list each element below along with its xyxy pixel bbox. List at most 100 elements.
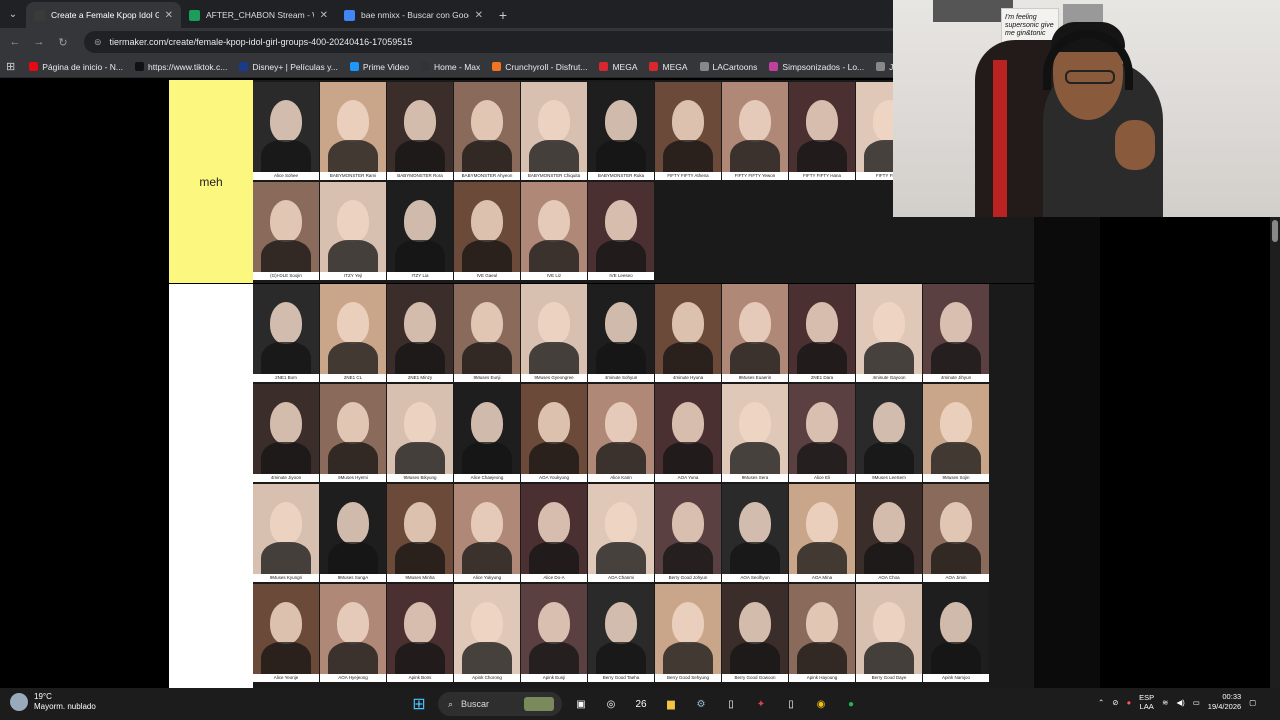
- tier-item-card[interactable]: Apink Namjoo: [923, 584, 989, 682]
- tier-item-card[interactable]: (G)I-DLE Soojin: [253, 182, 319, 280]
- new-tab-button[interactable]: +: [491, 2, 515, 28]
- bookmark-item[interactable]: Disney+ | Películas y...: [239, 62, 338, 72]
- apps-icon[interactable]: ⊞: [6, 60, 15, 73]
- weather-widget[interactable]: 19°C Mayorm. nublado: [10, 692, 96, 712]
- tray-chevron-icon[interactable]: ⌃: [1098, 698, 1104, 707]
- tier-item-card[interactable]: 9Muses Euaerin: [722, 284, 788, 382]
- tier-item-card[interactable]: 9Muses Gyeongree: [521, 284, 587, 382]
- tier-item-card[interactable]: AOA Youkyung: [521, 384, 587, 482]
- copilot-icon[interactable]: ◎: [600, 693, 622, 715]
- tier-item-card[interactable]: Alice Karin: [588, 384, 654, 482]
- tier-item-card[interactable]: IVE Gaeul: [454, 182, 520, 280]
- tier-item-card[interactable]: Berry Good Johyun: [655, 484, 721, 582]
- back-icon[interactable]: ←: [6, 36, 24, 48]
- tier-item-card[interactable]: 4minute Gayoon: [856, 284, 922, 382]
- battery-icon[interactable]: ▭: [1193, 698, 1200, 707]
- tier-item-card[interactable]: 2NE1 Dara: [789, 284, 855, 382]
- address-bar[interactable]: ⊜ tiermaker.com/create/female-kpop-idol-…: [84, 31, 954, 53]
- file-icon[interactable]: ▯: [780, 693, 802, 715]
- forward-icon[interactable]: →: [30, 36, 48, 48]
- tier-item-card[interactable]: FIFTY FIFTY Athena: [655, 82, 721, 180]
- reload-icon[interactable]: ↻: [54, 36, 72, 49]
- bookmark-item[interactable]: LACartoons: [699, 62, 757, 72]
- chrome-icon[interactable]: ◉: [810, 693, 832, 715]
- tier-item-card[interactable]: IVE Leeseo: [588, 182, 654, 280]
- site-info-icon[interactable]: ⊜: [94, 37, 102, 48]
- tier-item-card[interactable]: AOA Seolhyun: [722, 484, 788, 582]
- tier-item-card[interactable]: Alice Chaejeong: [454, 384, 520, 482]
- tier-item-card[interactable]: BABYMONSTER Chiquita: [521, 82, 587, 180]
- tier-item-card[interactable]: BABYMONSTER Rora: [387, 82, 453, 180]
- task-view-icon[interactable]: ▣: [570, 693, 592, 715]
- tier-item-card[interactable]: Berry Good Taeha: [588, 584, 654, 682]
- tier-item-card[interactable]: AOA Yuna: [655, 384, 721, 482]
- tier-item-card[interactable]: FIFTY FIFTY Hana: [789, 82, 855, 180]
- tier-item-card[interactable]: 4minute Jiyoon: [253, 384, 319, 482]
- tier-item-card[interactable]: Apink Hayoung: [789, 584, 855, 682]
- tier-item-card[interactable]: 2NE1 CL: [320, 284, 386, 382]
- bookmark-item[interactable]: MEGA: [649, 62, 688, 72]
- file-explorer-icon[interactable]: ▆: [660, 693, 682, 715]
- tier-item-card[interactable]: 4minute Jihyun: [923, 284, 989, 382]
- bookmark-item[interactable]: MEGA: [599, 62, 637, 72]
- tier-item-card[interactable]: BABYMONSTER Rami: [320, 82, 386, 180]
- tier-item-card[interactable]: 9Muses Bikyung: [387, 384, 453, 482]
- tier-item-card[interactable]: 9Muses Hyemi: [320, 384, 386, 482]
- tier-item-card[interactable]: 9Muses Kyungri: [253, 484, 319, 582]
- clock[interactable]: 00:33 19/4/2026: [1208, 692, 1241, 712]
- tier-item-card[interactable]: Alice Do-A: [521, 484, 587, 582]
- windows-start-icon[interactable]: ⊞: [408, 693, 430, 715]
- tier-item-card[interactable]: 9Muses Sera: [722, 384, 788, 482]
- language-indicator[interactable]: ESP LAA: [1139, 693, 1154, 711]
- tier-item-card[interactable]: 2NE1 Minzy: [387, 284, 453, 382]
- tab-search-icon[interactable]: ⌄: [0, 0, 26, 28]
- network-off-icon[interactable]: ⊘: [1112, 698, 1118, 707]
- tier-item-card[interactable]: Apink Chorong: [454, 584, 520, 682]
- tier-item-card[interactable]: 9Muses Eunji: [454, 284, 520, 382]
- tier-item-card[interactable]: 2NE1 Bom: [253, 284, 319, 382]
- tier-item-card[interactable]: ITZY Lia: [387, 182, 453, 280]
- tier-item-card[interactable]: 4minute Sohyun: [588, 284, 654, 382]
- tier-item-card[interactable]: 4minute Hyuna: [655, 284, 721, 382]
- steam-icon[interactable]: ⚙: [690, 693, 712, 715]
- tier-item-card[interactable]: BABYMONSTER Ahyeon: [454, 82, 520, 180]
- notification-icon[interactable]: ▢: [1249, 698, 1256, 707]
- bookmark-item[interactable]: Prime Video: [349, 62, 409, 72]
- bookmark-item[interactable]: Simpsonizados - Lo...: [769, 62, 864, 72]
- document-icon[interactable]: ▯: [720, 693, 742, 715]
- tier-item-card[interactable]: Alice Yeonje: [253, 584, 319, 682]
- tier-item-card[interactable]: Apink Eunji: [521, 584, 587, 682]
- tier-item-card[interactable]: AOA Chanmi: [588, 484, 654, 582]
- tier-item-card[interactable]: AOA Hyejeong: [320, 584, 386, 682]
- tier-item-card[interactable]: AOA Mina: [789, 484, 855, 582]
- wifi-icon[interactable]: ≋: [1162, 698, 1168, 707]
- tier-item-card[interactable]: 9Muses SungA: [320, 484, 386, 582]
- tier-label-meh[interactable]: meh: [169, 80, 253, 283]
- tier-item-card[interactable]: Alice Eli: [789, 384, 855, 482]
- taskbar-search[interactable]: ⌕ Buscar: [438, 692, 562, 716]
- scrollbar-thumb[interactable]: [1272, 220, 1278, 242]
- tier-item-card[interactable]: AOA Jimin: [923, 484, 989, 582]
- tier-item-card[interactable]: Berry Good Gowoon: [722, 584, 788, 682]
- bookmark-item[interactable]: https://www.tiktok.c...: [135, 62, 227, 72]
- tier-item-card[interactable]: BABYMONSTER Ruka: [588, 82, 654, 180]
- spotify-icon[interactable]: ●: [840, 693, 862, 715]
- bookmark-item[interactable]: Home - Max: [420, 62, 480, 72]
- tier-item-card[interactable]: 9Muses Minha: [387, 484, 453, 582]
- browser-tab[interactable]: bae nmixx - Buscar con Google ✕: [336, 2, 491, 28]
- browser-tab[interactable]: AFTER_CHABON Stream - Watch ✕: [181, 2, 336, 28]
- tier-item-card[interactable]: 9Muses LeeSem: [856, 384, 922, 482]
- tier-item-card[interactable]: IVE Liz: [521, 182, 587, 280]
- tier-item-card[interactable]: ITZY Yeji: [320, 182, 386, 280]
- close-icon[interactable]: ✕: [165, 10, 173, 21]
- close-icon[interactable]: ✕: [320, 10, 328, 21]
- tier-item-card[interactable]: Apink Bomi: [387, 584, 453, 682]
- volume-icon[interactable]: ◀): [1176, 698, 1184, 707]
- microphone-icon[interactable]: ●: [1127, 698, 1132, 707]
- tier-item-card[interactable]: Alice Yukyung: [454, 484, 520, 582]
- browser-tab[interactable]: Create a Female Kpop Idol Girl ✕: [26, 2, 181, 28]
- taskbar-badge[interactable]: 26: [630, 693, 652, 715]
- tier-item-card[interactable]: 9Muses Sojin: [923, 384, 989, 482]
- bookmark-item[interactable]: Crunchyroll - Disfrut...: [492, 62, 587, 72]
- tier-item-card[interactable]: FIFTY FIFTY Yewon: [722, 82, 788, 180]
